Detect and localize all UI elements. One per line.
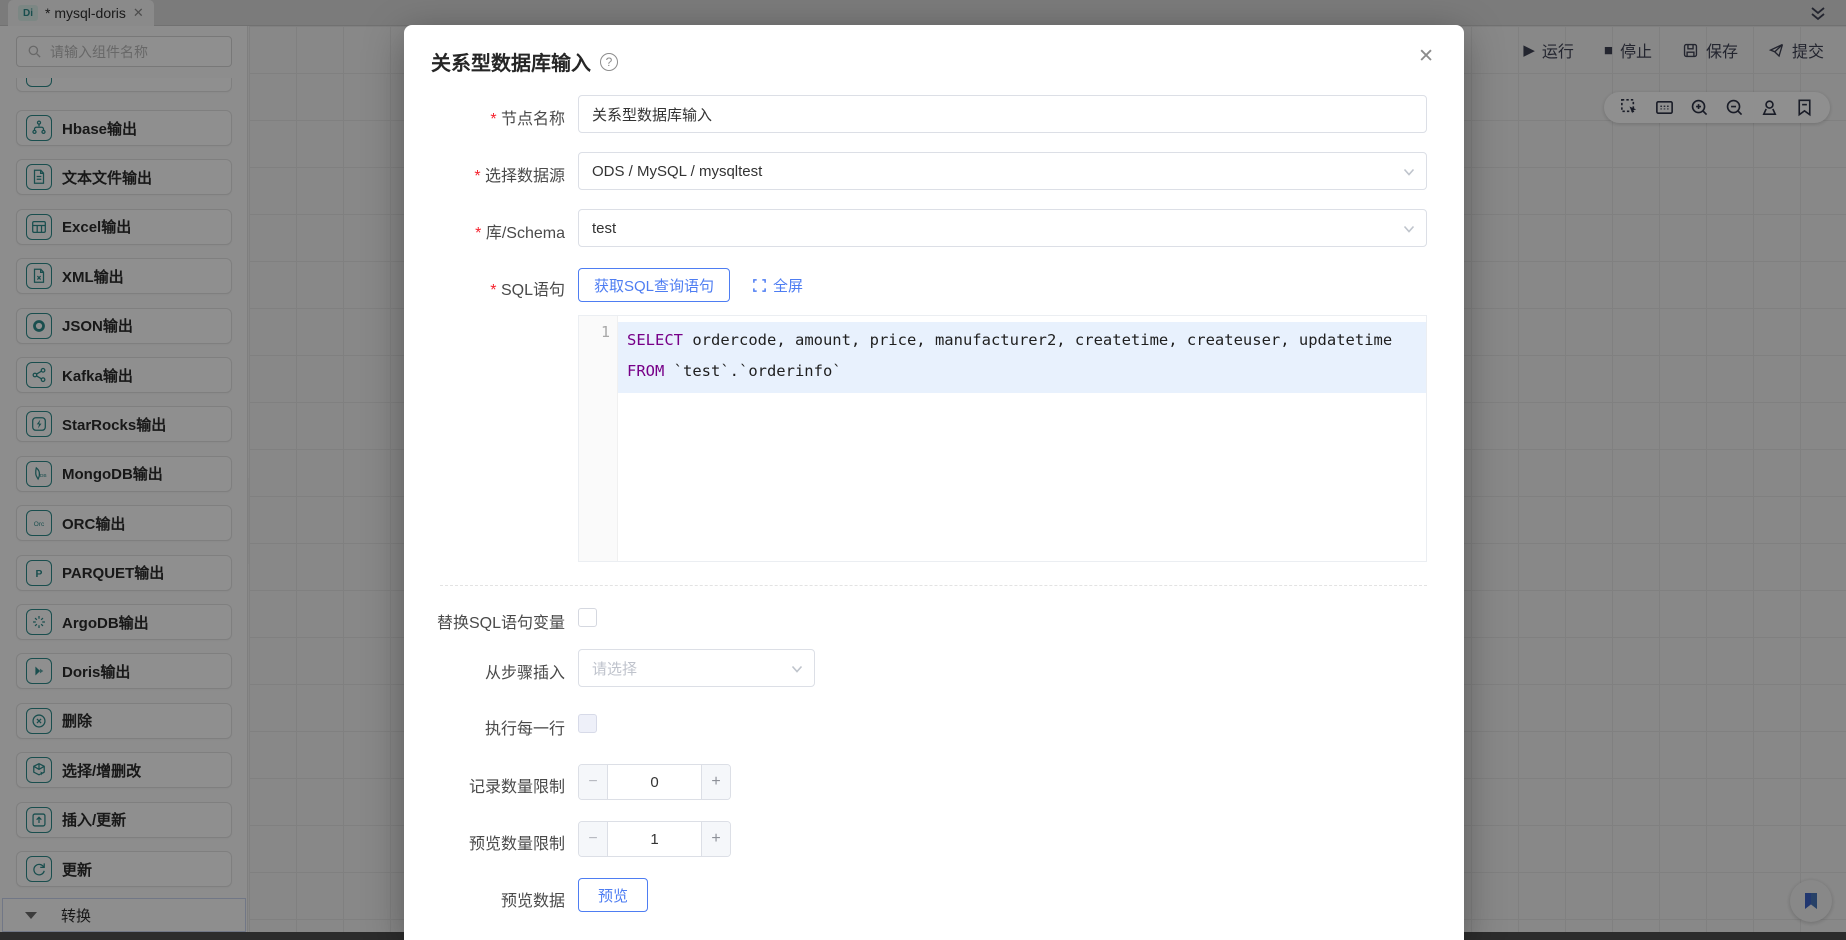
decrement-button[interactable]: − [579,822,608,856]
decrement-button[interactable]: − [579,765,608,799]
chevron-down-icon [1402,165,1416,179]
insert-from-step-label: 从步骤插入 [404,659,565,683]
datasource-select[interactable]: ODS / MySQL / mysqltest [578,152,1427,190]
relational-db-input-dialog: 关系型数据库输入 ? ✕ 节点名称 关系型数据库输入 选择数据源 ODS / M… [404,25,1464,940]
fullscreen-icon [752,278,767,293]
dialog-close-icon[interactable]: ✕ [1418,45,1434,68]
increment-button[interactable]: + [701,822,730,856]
node-name-label: 节点名称 [404,105,565,129]
sql-code-editor[interactable]: 1 SELECT ordercode, amount, price, manuf… [578,315,1427,562]
dialog-title: 关系型数据库输入 [431,47,591,76]
node-name-input[interactable]: 关系型数据库输入 [578,95,1427,133]
replace-vars-label: 替换SQL语句变量 [404,609,565,633]
record-limit-stepper: − 0 + [578,764,731,800]
preview-button[interactable]: 预览 [578,878,648,912]
app-screen: Di * mysql-doris ✕ 请输入组件名称 Hbase输出文本文件输出… [0,0,1846,940]
preview-limit-stepper: − 1 + [578,821,731,857]
editor-gutter: 1 [579,316,618,561]
execute-each-row-checkbox[interactable] [578,714,597,733]
preview-limit-label: 预览数量限制 [404,830,565,854]
record-limit-value[interactable]: 0 [608,765,701,799]
preview-limit-value[interactable]: 1 [608,822,701,856]
editor-code-area: SELECT ordercode, amount, price, manufac… [618,316,1426,561]
editor-active-line: SELECT ordercode, amount, price, manufac… [618,322,1426,393]
record-limit-label: 记录数量限制 [404,773,565,797]
get-sql-button[interactable]: 获取SQL查询语句 [578,268,730,302]
replace-vars-checkbox[interactable] [578,608,597,627]
chevron-down-icon [1402,222,1416,236]
fullscreen-link[interactable]: 全屏 [752,275,803,296]
chevron-down-icon [790,662,804,676]
datasource-label: 选择数据源 [404,162,565,186]
insert-from-step-select[interactable]: 请选择 [578,649,815,687]
section-divider [440,585,1427,586]
help-icon[interactable]: ? [600,53,618,71]
execute-each-row-label: 执行每一行 [404,715,565,739]
schema-label: 库/Schema [404,219,565,243]
preview-data-label: 预览数据 [404,887,565,911]
increment-button[interactable]: + [701,765,730,799]
sql-label: SQL语句 [404,276,565,300]
schema-select[interactable]: test [578,209,1427,247]
